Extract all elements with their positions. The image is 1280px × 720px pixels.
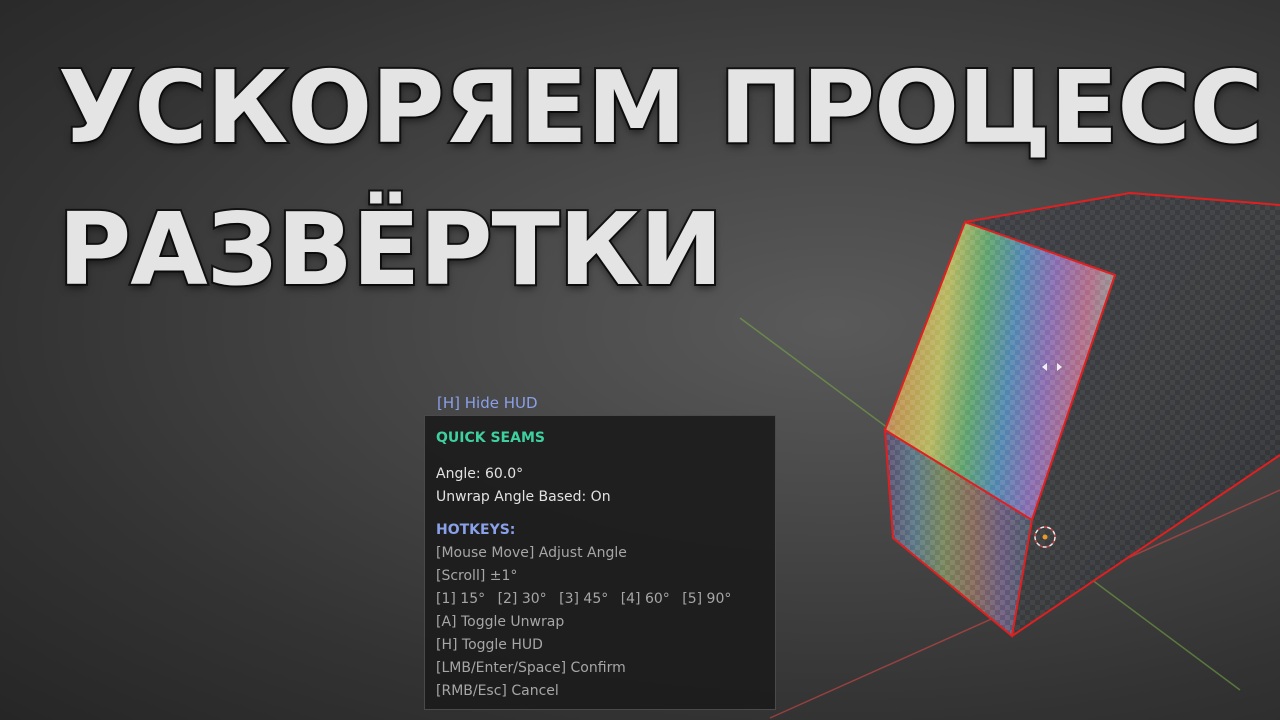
quick-seams-hud: QUICK SEAMS Angle: 60.0° Unwrap Angle Ba… bbox=[424, 415, 776, 710]
hotkey-confirm: [LMB/Enter/Space] Confirm bbox=[436, 660, 626, 676]
hud-title: QUICK SEAMS bbox=[436, 430, 545, 446]
hide-hud-button[interactable]: [H] Hide HUD bbox=[437, 394, 538, 412]
angle-readout: Angle: 60.0° bbox=[436, 466, 524, 482]
hotkey-preset-5: [5] 90° bbox=[682, 591, 732, 607]
headline-line-1: УСКОРЯЕМ ПРОЦЕСС bbox=[56, 49, 1265, 166]
hotkey-toggle-hud: [H] Toggle HUD bbox=[436, 637, 543, 653]
hotkey-preset-4: [4] 60° bbox=[620, 591, 670, 607]
hotkey-angle-presets: [1] 15° [2] 30° [3] 45° [4] 60° [5] 90° bbox=[436, 588, 764, 611]
hotkey-preset-1: [1] 15° bbox=[436, 591, 486, 607]
unwrap-mode-readout: Unwrap Angle Based: On bbox=[436, 489, 611, 505]
hotkeys-title: HOTKEYS: bbox=[436, 522, 516, 538]
hotkey-mouse-move: [Mouse Move] Adjust Angle bbox=[436, 545, 627, 561]
hotkey-cancel: [RMB/Esc] Cancel bbox=[436, 683, 559, 699]
headline-line-2: РАЗВЁРТКИ bbox=[56, 191, 725, 308]
hotkey-scroll: [Scroll] ±1° bbox=[436, 568, 518, 584]
hotkey-preset-3: [3] 45° bbox=[559, 591, 609, 607]
hotkey-toggle-unwrap: [A] Toggle Unwrap bbox=[436, 614, 565, 630]
hotkey-preset-2: [2] 30° bbox=[497, 591, 547, 607]
